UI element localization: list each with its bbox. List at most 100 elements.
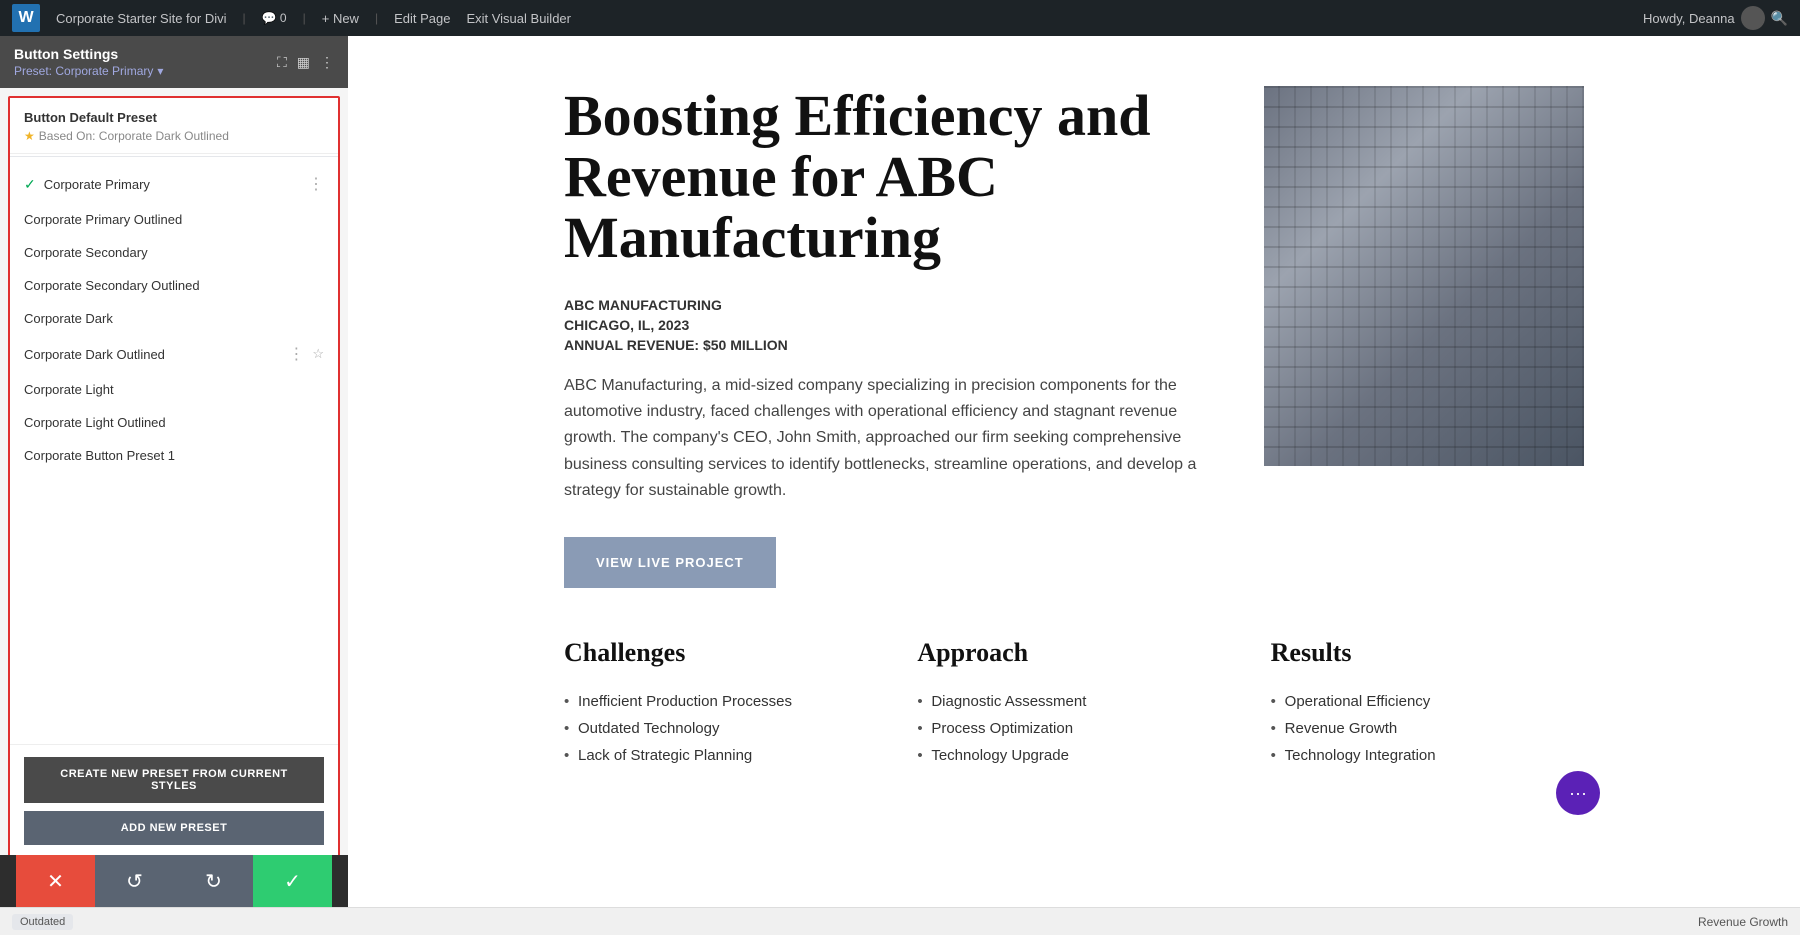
revenue-growth-label: Revenue Growth [1698, 915, 1788, 929]
comment-count[interactable]: 💬 0 [262, 11, 287, 25]
separator2: | [303, 11, 306, 25]
undo-button[interactable]: ↺ [95, 855, 174, 907]
fullscreen-icon[interactable]: ⛶ [277, 54, 287, 71]
left-panel: Button Settings Preset: Corporate Primar… [0, 36, 348, 907]
results-title: Results [1271, 638, 1584, 668]
challenges-section: Challenges Inefficient Production Proces… [564, 638, 877, 769]
preset-item[interactable]: Corporate Secondary [10, 236, 338, 269]
create-preset-button[interactable]: CREATE NEW PRESET FROM CURRENT STYLES [24, 757, 324, 803]
hero-description: ABC Manufacturing, a mid-sized company s… [564, 373, 1224, 505]
hero-section: Boosting Efficiency and Revenue for ABC … [564, 86, 1584, 588]
challenges-title: Challenges [564, 638, 877, 668]
three-dot-icon[interactable]: ⋮ [288, 344, 304, 364]
close-icon: ✕ [47, 869, 64, 894]
howdy-menu[interactable]: Howdy, Deanna 🔍 [1643, 6, 1788, 30]
preset-item[interactable]: ✓ Corporate Primary ⋮ [10, 165, 338, 203]
wp-logo-icon[interactable]: W [12, 4, 40, 32]
preset-name: Corporate Secondary Outlined [24, 278, 200, 293]
default-preset-title: Button Default Preset [24, 110, 324, 125]
approach-title: Approach [917, 638, 1230, 668]
preset-arrow-icon: ▾ [157, 64, 163, 78]
preset-name: Corporate Primary Outlined [24, 212, 182, 227]
hero-image [1264, 86, 1584, 466]
default-preset-header: Button Default Preset ★ Based On: Corpor… [10, 98, 338, 154]
preset-name: Corporate Button Preset 1 [24, 448, 175, 463]
hero-text: Boosting Efficiency and Revenue for ABC … [564, 86, 1224, 588]
building-windows-overlay [1264, 86, 1584, 466]
preset-list: ✓ Corporate Primary ⋮ Corporate Primary Out… [10, 159, 338, 744]
page-content: Boosting Efficiency and Revenue for ABC … [524, 36, 1624, 819]
separator3: | [375, 11, 378, 25]
approach-section: Approach Diagnostic AssessmentProcess Op… [917, 638, 1230, 769]
save-button[interactable]: ✓ [253, 855, 332, 907]
preset-item[interactable]: Corporate Light [10, 373, 338, 406]
separator: | [243, 11, 246, 25]
chat-bubble[interactable]: ··· [1556, 771, 1600, 815]
sections-row: Challenges Inefficient Production Proces… [564, 638, 1584, 769]
close-button[interactable]: ✕ [16, 855, 95, 907]
preset-item[interactable]: Corporate Button Preset 1 [10, 439, 338, 472]
list-item: Technology Integration [1271, 742, 1584, 769]
redo-icon: ↻ [205, 869, 222, 894]
edit-page-link[interactable]: Edit Page [394, 11, 450, 26]
add-preset-button[interactable]: ADD NEW PRESET [24, 811, 324, 845]
divider [10, 156, 338, 157]
revenue: ANNUAL REVENUE: $50 MILLION [564, 337, 1224, 353]
exit-visual-builder-link[interactable]: Exit Visual Builder [466, 11, 571, 26]
three-dot-icon[interactable]: ⋮ [308, 174, 324, 194]
preset-item[interactable]: Corporate Light Outlined [10, 406, 338, 439]
outdated-badge: Outdated [12, 914, 73, 930]
results-list: Operational EfficiencyRevenue GrowthTech… [1271, 688, 1584, 769]
site-name[interactable]: Corporate Starter Site for Divi [56, 11, 227, 26]
preset-item[interactable]: Corporate Dark [10, 302, 338, 335]
star-icon: ★ [24, 129, 35, 143]
preset-name: Corporate Light [24, 382, 114, 397]
wp-admin-bar: W Corporate Starter Site for Divi | 💬 0 … [0, 0, 1800, 36]
building-image [1264, 86, 1584, 466]
preset-name: Corporate Dark Outlined [24, 347, 165, 362]
hero-title: Boosting Efficiency and Revenue for ABC … [564, 86, 1224, 269]
preset-name: Corporate Light Outlined [24, 415, 166, 430]
star-outline-icon[interactable]: ☆ [312, 346, 324, 362]
location: CHICAGO, IL, 2023 [564, 317, 1224, 333]
grid-icon[interactable]: ▦ [297, 54, 310, 71]
list-item: Inefficient Production Processes [564, 688, 877, 715]
more-options-icon[interactable]: ⋮ [320, 54, 334, 71]
undo-icon: ↺ [126, 869, 143, 894]
results-section: Results Operational EfficiencyRevenue Gr… [1271, 638, 1584, 769]
list-item: Process Optimization [917, 715, 1230, 742]
avatar [1741, 6, 1765, 30]
preset-label[interactable]: Preset: Corporate Primary ▾ [14, 64, 163, 78]
status-bar: Outdated Revenue Growth [0, 907, 1800, 935]
builder-toolbar: ✕ ↺ ↻ ✓ [0, 855, 348, 907]
search-icon[interactable]: 🔍 [1771, 10, 1788, 27]
preset-item[interactable]: Corporate Secondary Outlined [10, 269, 338, 302]
chat-icon: ··· [1569, 783, 1587, 804]
company-name: ABC MANUFACTURING [564, 297, 1224, 313]
based-on-label: ★ Based On: Corporate Dark Outlined [24, 129, 324, 143]
redo-button[interactable]: ↻ [174, 855, 253, 907]
main-area: Button Settings Preset: Corporate Primar… [0, 36, 1800, 907]
checkmark-icon: ✓ [24, 176, 36, 193]
hero-meta: ABC MANUFACTURING CHICAGO, IL, 2023 ANNU… [564, 297, 1224, 353]
preset-name: Corporate Primary [44, 177, 150, 192]
list-item: Lack of Strategic Planning [564, 742, 877, 769]
save-icon: ✓ [284, 869, 301, 894]
view-live-button[interactable]: VIEW LIVE PROJECT [564, 537, 776, 588]
preset-item[interactable]: Corporate Dark Outlined ⋮ ☆ [10, 335, 338, 373]
list-item: Diagnostic Assessment [917, 688, 1230, 715]
preset-item[interactable]: Corporate Primary Outlined [10, 203, 338, 236]
list-item: Revenue Growth [1271, 715, 1584, 742]
preset-name: Corporate Dark [24, 311, 113, 326]
preset-dropdown-panel: Button Default Preset ★ Based On: Corpor… [8, 96, 340, 899]
howdy-text: Howdy, Deanna [1643, 11, 1735, 26]
button-settings-title: Button Settings [14, 46, 163, 62]
new-item-link[interactable]: + New [322, 11, 359, 26]
list-item: Operational Efficiency [1271, 688, 1584, 715]
header-icons: ⛶ ▦ ⋮ [277, 54, 334, 71]
list-item: Outdated Technology [564, 715, 877, 742]
challenges-list: Inefficient Production ProcessesOutdated… [564, 688, 877, 769]
list-item: Technology Upgrade [917, 742, 1230, 769]
approach-list: Diagnostic AssessmentProcess Optimizatio… [917, 688, 1230, 769]
button-settings-header: Button Settings Preset: Corporate Primar… [0, 36, 348, 88]
